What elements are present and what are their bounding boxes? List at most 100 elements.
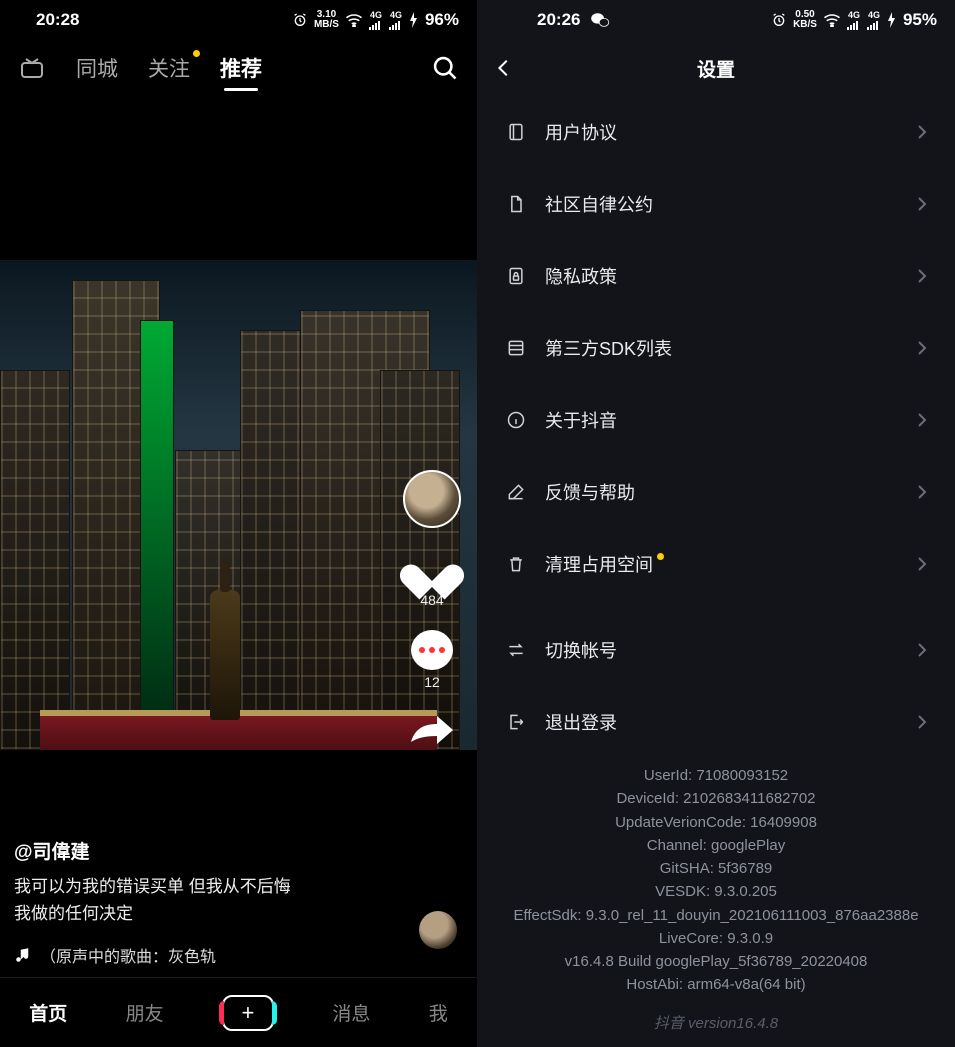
row-switch-account[interactable]: 切换帐号 (483, 614, 949, 686)
chevron-right-icon (917, 714, 927, 730)
row-feedback[interactable]: 反馈与帮助 (483, 456, 949, 528)
row-label: 社区自律公约 (545, 191, 899, 217)
dbg-channel: Channel: googlePlay (489, 834, 943, 857)
share-button[interactable] (409, 712, 455, 748)
signal-1-icon: 4G (369, 11, 383, 30)
action-rail: 484 12 (397, 470, 467, 748)
version-label: 抖音 version16.4.8 (477, 1000, 955, 1047)
nav-me[interactable]: 我 (429, 999, 448, 1026)
heart-icon (411, 550, 453, 588)
clock: 20:28 (36, 10, 79, 30)
caption: @司偉建 我可以为我的错误买单 但我从不后悔 我做的任何决定 (14, 837, 387, 927)
row-label: 用户协议 (545, 119, 899, 145)
chevron-right-icon (917, 124, 927, 140)
back-button[interactable] (493, 57, 515, 79)
status-icons: 0.50 KB/S 4G 4G 95% (771, 10, 937, 30)
row-community[interactable]: 社区自律公约 (483, 168, 949, 240)
settings-screen: 20:26 0.50 KB/S 4G (477, 0, 955, 1047)
music-note-icon (14, 946, 32, 964)
nav-messages[interactable]: 消息 (332, 999, 370, 1026)
swap-icon (505, 639, 527, 661)
dbg-abi: HostAbi: arm64-v8a(64 bit) (489, 973, 943, 996)
trash-icon (505, 553, 527, 575)
tab-follow[interactable]: 关注 (148, 53, 190, 83)
dbg-deviceid: DeviceId: 2102683411682702 (489, 787, 943, 810)
tab-recommend[interactable]: 推荐 (220, 53, 262, 83)
row-label: 反馈与帮助 (545, 479, 899, 505)
nav-create[interactable]: + (222, 995, 274, 1031)
alarm-icon (771, 12, 787, 28)
music-disc[interactable] (411, 903, 465, 957)
row-label: 关于抖音 (545, 407, 899, 433)
dbg-effect: EffectSdk: 9.3.0_rel_11_douyin_202106111… (489, 904, 943, 927)
charging-icon (887, 12, 897, 28)
row-label: 退出登录 (545, 709, 899, 735)
clock: 20:26 (537, 10, 580, 30)
search-icon[interactable] (431, 54, 459, 82)
comment-count: 12 (424, 674, 440, 690)
alarm-icon (292, 12, 308, 28)
chevron-right-icon (917, 556, 927, 572)
douyin-feed-screen: 20:28 3.10 MB/S 4G 4G (0, 0, 477, 1047)
row-label: 清理占用空间 (545, 551, 899, 577)
dbg-gitsha: GitSHA: 5f36789 (489, 857, 943, 880)
row-label: 第三方SDK列表 (545, 335, 899, 361)
wechat-icon (590, 12, 610, 28)
notification-dot-icon (193, 50, 200, 57)
chevron-right-icon (917, 412, 927, 428)
chevron-right-icon (917, 642, 927, 658)
bottom-nav: 首页 朋友 + 消息 我 (0, 977, 477, 1047)
wifi-icon (823, 13, 841, 27)
chevron-right-icon (917, 268, 927, 284)
book-icon (505, 121, 527, 143)
document-icon (505, 193, 527, 215)
row-about[interactable]: 关于抖音 (483, 384, 949, 456)
caption-line-2: 我做的任何决定 (14, 901, 387, 927)
author-name[interactable]: @司偉建 (14, 837, 387, 864)
comment-icon (411, 630, 453, 670)
dbg-build: v16.4.8 Build googlePlay_5f36789_2022040… (489, 950, 943, 973)
comment-button[interactable]: 12 (411, 630, 453, 690)
tab-live[interactable] (18, 57, 46, 79)
tab-local[interactable]: 同城 (76, 53, 118, 83)
page-title: 设置 (477, 55, 955, 82)
chevron-right-icon (917, 340, 927, 356)
settings-header: 设置 (477, 40, 955, 96)
chevron-right-icon (917, 484, 927, 500)
signal-2-icon: 4G (867, 11, 881, 30)
row-logout[interactable]: 退出登录 (483, 686, 949, 758)
wifi-icon (345, 13, 363, 27)
notification-dot-icon (657, 553, 664, 560)
row-label: 切换帐号 (545, 637, 899, 663)
lock-doc-icon (505, 265, 527, 287)
share-icon (409, 712, 455, 748)
battery-pct: 95% (903, 10, 937, 30)
row-clear-cache[interactable]: 清理占用空间 (483, 528, 949, 600)
like-button[interactable]: 484 (411, 550, 453, 608)
plus-icon: + (242, 1002, 255, 1024)
dbg-update: UpdateVerionCode: 16409908 (489, 811, 943, 834)
nav-home[interactable]: 首页 (29, 999, 67, 1026)
edit-icon (505, 481, 527, 503)
music-text: （原声中的歌曲：灰色轨 (40, 943, 216, 967)
author-avatar[interactable] (403, 470, 461, 528)
row-label: 隐私政策 (545, 263, 899, 289)
charging-icon (409, 12, 419, 28)
music-marquee[interactable]: （原声中的歌曲：灰色轨 (14, 943, 387, 967)
chevron-right-icon (917, 196, 927, 212)
top-tabs: 同城 关注 推荐 (0, 40, 477, 96)
row-sdk[interactable]: 第三方SDK列表 (483, 312, 949, 384)
row-user-agreement[interactable]: 用户协议 (483, 96, 949, 168)
debug-info: UserId: 71080093152 DeviceId: 2102683411… (477, 764, 955, 997)
dbg-userid: UserId: 71080093152 (489, 764, 943, 787)
caption-line-1: 我可以为我的错误买单 但我从不后悔 (14, 874, 387, 900)
nav-friends[interactable]: 朋友 (126, 999, 164, 1026)
net-unit: MB/S (314, 20, 339, 30)
row-privacy[interactable]: 隐私政策 (483, 240, 949, 312)
logout-icon (505, 711, 527, 733)
list-icon (505, 337, 527, 359)
info-icon (505, 409, 527, 431)
status-bar-left: 20:28 3.10 MB/S 4G 4G (0, 0, 477, 40)
net-unit: KB/S (793, 20, 817, 30)
dbg-livecore: LiveCore: 9.3.0.9 (489, 927, 943, 950)
